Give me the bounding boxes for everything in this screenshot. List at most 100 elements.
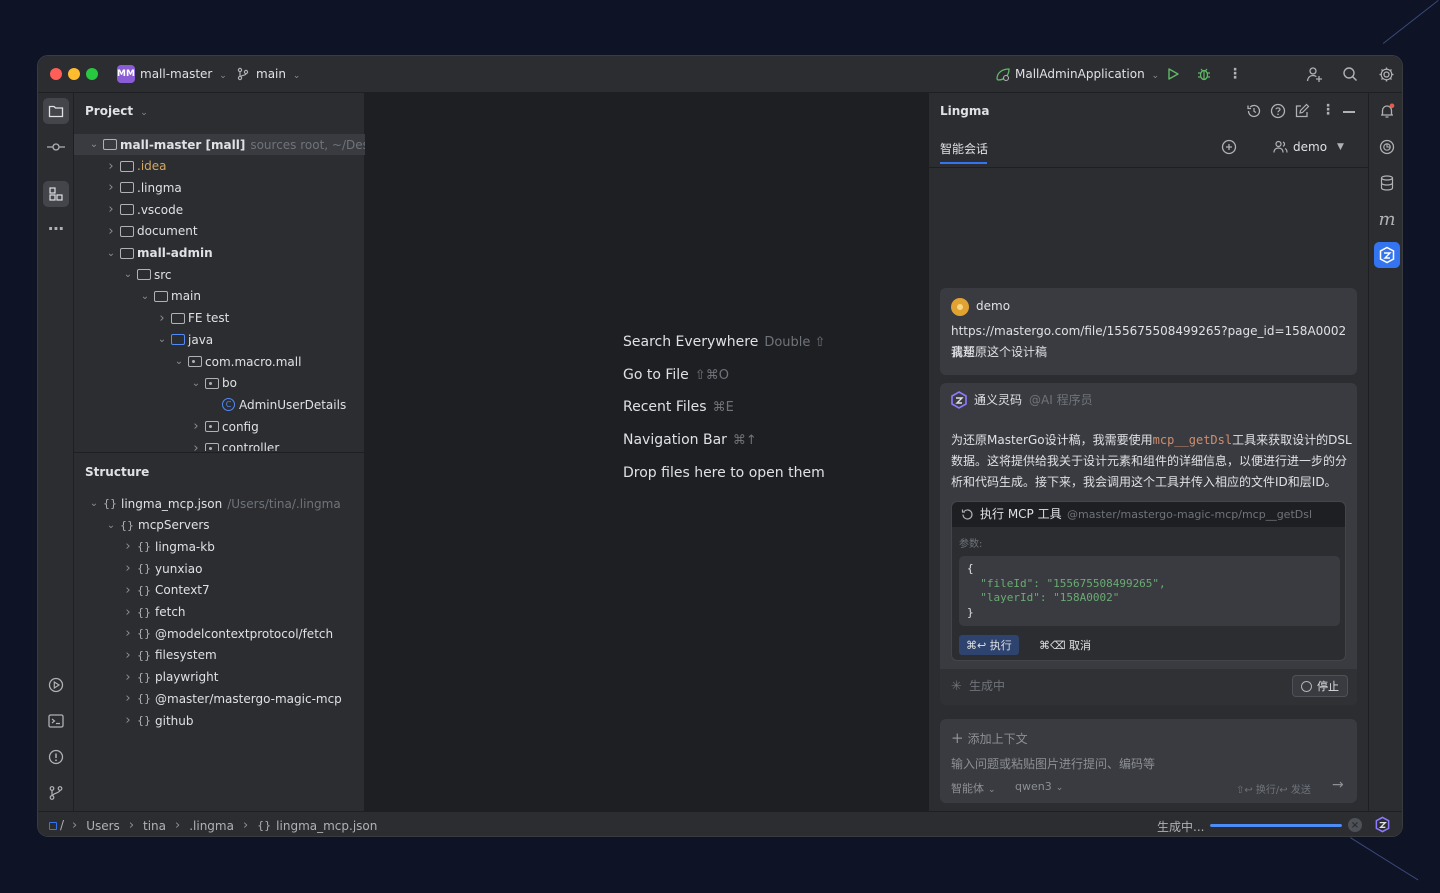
breadcrumb-item[interactable]: lingma_mcp.json: [276, 819, 377, 833]
chevron-right-icon[interactable]: ›: [104, 159, 118, 174]
tree-row[interactable]: ⌄ main: [74, 286, 365, 307]
terminal-icon[interactable]: [43, 708, 69, 734]
tree-row[interactable]: › .vscode: [74, 199, 365, 220]
tree-row[interactable]: ›{} github: [74, 710, 365, 731]
settings-gear-icon[interactable]: [1377, 65, 1395, 83]
breadcrumb-root[interactable]: /: [60, 818, 64, 832]
maven-icon[interactable]: m: [1374, 206, 1400, 232]
chevron-down-icon[interactable]: ⌄: [104, 520, 118, 531]
services-icon[interactable]: [43, 672, 69, 698]
chevron-down-icon[interactable]: ⌄: [87, 139, 101, 150]
chevron-right-icon[interactable]: ›: [189, 419, 203, 434]
stop-button[interactable]: 停止: [1292, 675, 1348, 697]
more-horizontal-icon[interactable]: ⋯: [43, 215, 69, 241]
tree-row[interactable]: › .idea: [74, 156, 365, 177]
help-icon[interactable]: [1270, 103, 1286, 122]
minimize-panel-icon[interactable]: [1343, 111, 1355, 113]
chevron-right-icon[interactable]: ›: [121, 626, 135, 641]
git-icon[interactable]: [43, 780, 69, 806]
chevron-down-icon[interactable]: ⌄: [104, 248, 118, 259]
chevron-down-icon[interactable]: ⌄: [155, 334, 169, 345]
run-tool-button[interactable]: ⌘↩ 执行: [959, 635, 1019, 655]
project-folder-icon[interactable]: [43, 98, 69, 124]
tree-row[interactable]: ›{} playwright: [74, 667, 365, 688]
tree-row[interactable]: › FE test: [74, 308, 365, 329]
chevron-down-icon[interactable]: ⌄: [138, 291, 152, 302]
tree-row[interactable]: ›{} @master/mastergo-magic-mcp: [74, 688, 365, 709]
lingma-plugin-icon[interactable]: [1374, 242, 1400, 268]
breadcrumb-item[interactable]: Users: [86, 819, 120, 833]
lingma-status-icon[interactable]: [1374, 816, 1391, 836]
maximize-window-button[interactable]: [86, 68, 98, 80]
breadcrumb-item[interactable]: tina: [143, 819, 166, 833]
chat-input-placeholder[interactable]: 输入问题或粘贴图片进行提问、编码等: [951, 754, 1155, 775]
cancel-tool-button[interactable]: ⌘⌫ 取消: [1032, 635, 1098, 655]
chevron-right-icon[interactable]: ›: [121, 691, 135, 706]
chevron-down-icon[interactable]: ⌄: [121, 269, 135, 280]
tree-row[interactable]: ⌄ mall-master [mall] sources root, ~/Deskt…: [74, 134, 365, 155]
tree-row[interactable]: ›{} @modelcontextprotocol/fetch: [74, 623, 365, 644]
project-panel-title[interactable]: Project ⌄: [85, 104, 148, 118]
more-vertical-icon[interactable]: ⋮: [1321, 102, 1335, 118]
chevron-right-icon[interactable]: ›: [155, 311, 169, 326]
notifications-bell-icon[interactable]: [1374, 98, 1400, 124]
chevron-down-icon[interactable]: ⌄: [87, 498, 101, 509]
tree-row[interactable]: › .lingma: [74, 177, 365, 198]
close-window-button[interactable]: [50, 68, 62, 80]
model-selector[interactable]: qwen3 ⌄: [1015, 780, 1063, 793]
commit-icon[interactable]: [43, 134, 69, 160]
chevron-right-icon[interactable]: ›: [121, 605, 135, 620]
ai-assistant-icon[interactable]: [1374, 134, 1400, 160]
send-arrow-icon[interactable]: →: [1332, 777, 1344, 793]
problems-icon[interactable]: [43, 744, 69, 770]
debug-icon[interactable]: [1195, 65, 1213, 83]
mode-selector[interactable]: 智能体 ⌄: [951, 780, 996, 796]
tree-row[interactable]: ›{} lingma-kb: [74, 536, 365, 557]
chevron-right-icon[interactable]: ›: [121, 539, 135, 554]
tree-row[interactable]: ›{} fetch: [74, 602, 365, 623]
breadcrumb-item[interactable]: .lingma: [189, 819, 234, 833]
database-icon[interactable]: [1374, 170, 1400, 196]
structure-icon[interactable]: [43, 181, 69, 207]
chevron-right-icon[interactable]: ›: [104, 224, 118, 239]
tree-row[interactable]: ⌄ com.macro.mall: [74, 351, 365, 372]
tree-row[interactable]: ⌄ src: [74, 264, 365, 285]
project-selector[interactable]: mall-master ⌄: [140, 67, 227, 81]
chevron-down-icon[interactable]: ⌄: [189, 378, 203, 389]
chevron-right-icon[interactable]: ›: [121, 648, 135, 663]
chevron-right-icon[interactable]: ›: [189, 441, 203, 451]
edit-icon[interactable]: [1294, 103, 1310, 122]
add-context-button[interactable]: + 添加上下文: [951, 729, 1028, 747]
cancel-progress-icon[interactable]: ×: [1348, 818, 1362, 832]
tree-row[interactable]: ⌄ java: [74, 329, 365, 350]
tree-row[interactable]: ›{} Context7: [74, 580, 365, 601]
tree-row[interactable]: › config: [74, 416, 365, 437]
tree-row[interactable]: ›{} filesystem: [74, 645, 365, 666]
minimize-window-button[interactable]: [68, 68, 80, 80]
chevron-right-icon[interactable]: ›: [121, 670, 135, 685]
search-icon[interactable]: [1341, 65, 1359, 83]
user-selector[interactable]: demo ▼: [1273, 140, 1344, 154]
run-config-selector[interactable]: MallAdminApplication ⌄: [1015, 67, 1159, 81]
chevron-right-icon[interactable]: ›: [121, 713, 135, 728]
tree-row[interactable]: ⌄ mall-admin: [74, 243, 365, 264]
more-vertical-icon[interactable]: ⋮: [1226, 65, 1244, 83]
chevron-right-icon[interactable]: ›: [121, 583, 135, 598]
branch-selector[interactable]: main ⌄: [256, 67, 300, 81]
add-user-icon[interactable]: [1305, 65, 1323, 83]
tree-row[interactable]: ⌄{} mcpServers: [74, 515, 365, 536]
chat-input-box[interactable]: + 添加上下文 输入问题或粘贴图片进行提问、编码等 智能体 ⌄ qwen3 ⌄ ⇧↩…: [940, 719, 1357, 803]
chevron-right-icon[interactable]: ›: [121, 561, 135, 576]
tree-row[interactable]: C AdminUserDetails: [74, 394, 365, 415]
chevron-right-icon[interactable]: ›: [104, 180, 118, 195]
tree-row[interactable]: › controller: [74, 438, 365, 451]
chevron-down-icon[interactable]: ⌄: [172, 356, 186, 367]
run-icon[interactable]: [1164, 65, 1182, 83]
tab-smart-chat[interactable]: 智能会话: [940, 140, 988, 164]
chevron-right-icon[interactable]: ›: [104, 202, 118, 217]
history-icon[interactable]: [1246, 103, 1262, 122]
tree-row[interactable]: ›{} yunxiao: [74, 558, 365, 579]
tree-row[interactable]: ⌄{} lingma_mcp.json/Users/tina/.lingma: [74, 493, 365, 514]
tree-row[interactable]: ⌄ bo: [74, 373, 365, 394]
tree-row[interactable]: › document: [74, 221, 365, 242]
